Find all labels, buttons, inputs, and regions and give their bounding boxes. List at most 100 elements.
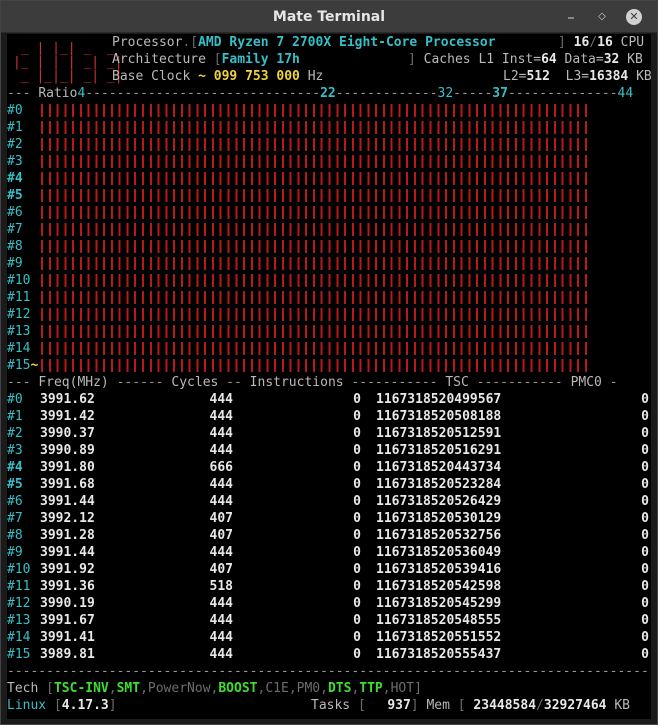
tech-flag: TSC-INV: [53, 681, 109, 696]
cell-cycles: 444: [209, 613, 233, 628]
cell-cycles: 444: [209, 477, 233, 492]
cell-core: #15: [7, 647, 31, 662]
tech-label: Tech: [7, 681, 39, 696]
ratio-core-label: #8: [7, 239, 23, 254]
cell-core: #6: [7, 494, 23, 509]
cell-freq: 3991.28: [40, 528, 95, 543]
ratio-core-label: #6: [7, 205, 23, 220]
cell-core: #11: [7, 579, 31, 594]
cell-instr: 0: [353, 647, 361, 662]
maximize-icon[interactable]: ◇: [595, 10, 609, 24]
ratio-core-label: #3: [7, 154, 23, 169]
l3-cache: 16384: [589, 69, 629, 84]
cell-tsc: 1167318520499567: [376, 392, 502, 407]
ratio-core-label: #9: [7, 256, 23, 271]
arch-label: Architecture: [112, 52, 206, 67]
cell-tsc: 1167318520443734: [376, 460, 502, 475]
cell-tsc: 1167318520536049: [376, 545, 502, 560]
close-icon[interactable]: ✕: [626, 9, 642, 25]
tech-flag: SMT: [116, 681, 141, 696]
cell-instr: 0: [353, 426, 361, 441]
cell-freq: 3991.92: [40, 562, 95, 577]
cell-pmc0: 0: [641, 494, 649, 509]
processor-value: AMD Ryzen 7 2700X Eight-Core Processor: [198, 35, 496, 50]
ratio-bar: [41, 189, 591, 202]
cell-tsc: 1167318520516291: [376, 443, 502, 458]
ratio-core-label: #0: [7, 103, 23, 118]
cell-core: #4: [7, 460, 23, 475]
cell-freq: 3991.80: [40, 460, 95, 475]
ratio-bar: [41, 240, 591, 253]
l2-cache: 512: [526, 69, 550, 84]
cell-tsc: 1167318520532756: [376, 528, 502, 543]
cell-freq: 3990.89: [40, 443, 95, 458]
ratio-bar: [41, 121, 591, 134]
ratio-bar: [41, 155, 591, 168]
ratio-bar: [41, 172, 591, 185]
os-name: Linux: [7, 698, 47, 713]
cell-pmc0: 0: [641, 460, 649, 475]
l1-inst: 64: [541, 52, 557, 67]
terminal-window: Mate Terminal ⎯ ◇ ✕ _ | |_| _ _ |_ | | |…: [0, 0, 658, 725]
terminal-content[interactable]: _ | |_| _ _ |_ | | | _| _| _ |_|_| _| _|…: [7, 34, 651, 719]
tasks-count: 937: [387, 698, 411, 713]
cell-tsc: 1167318520551552: [376, 630, 502, 645]
cell-cycles: 444: [209, 596, 233, 611]
cell-cycles: 444: [209, 409, 233, 424]
cell-freq: 3991.68: [40, 477, 95, 492]
tech-flag: BOOST: [218, 681, 258, 696]
cell-core: #1: [7, 409, 23, 424]
cell-freq: 3990.37: [40, 426, 95, 441]
minimize-icon[interactable]: ⎯: [564, 10, 578, 24]
cell-freq: 3989.81: [40, 647, 95, 662]
cell-pmc0: 0: [641, 477, 649, 492]
kernel-version: 4.17.3: [61, 698, 109, 713]
cell-instr: 0: [353, 392, 361, 407]
ratio-bar: [41, 308, 591, 321]
cell-core: #14: [7, 630, 31, 645]
cell-cycles: 444: [209, 443, 233, 458]
cell-instr: 0: [353, 443, 361, 458]
cell-cycles: 407: [209, 528, 233, 543]
clock-value: ~ 099 753 000: [198, 69, 300, 84]
cell-pmc0: 0: [641, 562, 649, 577]
cell-tsc: 1167318520542598: [376, 579, 502, 594]
cpu-label: CPU: [620, 35, 645, 50]
cell-core: #0: [7, 392, 23, 407]
cell-instr: 0: [353, 477, 361, 492]
ratio-bar: [41, 223, 591, 236]
tech-flag: TTP: [359, 681, 383, 696]
cell-instr: 0: [353, 613, 361, 628]
mem-unit: KB: [614, 698, 630, 713]
caches-label: Caches L1 Inst=: [423, 52, 542, 67]
cell-pmc0: 0: [641, 613, 649, 628]
cell-core: #2: [7, 426, 23, 441]
window-title: Mate Terminal: [272, 9, 386, 25]
cell-freq: 3991.36: [40, 579, 95, 594]
cell-cycles: 444: [209, 630, 233, 645]
cell-pmc0: 0: [641, 511, 649, 526]
ratio-bar: [41, 291, 591, 304]
ratio-bar: [41, 325, 591, 338]
cell-core: #3: [7, 443, 23, 458]
cell-instr: 0: [353, 579, 361, 594]
cell-freq: 3991.42: [40, 409, 95, 424]
cell-pmc0: 0: [641, 392, 649, 407]
cell-tsc: 1167318520545299: [376, 596, 502, 611]
title-bar[interactable]: Mate Terminal ⎯ ◇ ✕: [1, 1, 657, 33]
cell-instr: 0: [353, 596, 361, 611]
tech-flag: DTS: [327, 681, 352, 696]
cell-core: #10: [7, 562, 31, 577]
l1-data: 32: [603, 52, 620, 67]
ratio-core-label: #2: [7, 137, 23, 152]
cell-pmc0: 0: [641, 630, 649, 645]
cell-freq: 3991.44: [40, 494, 95, 509]
cell-freq: 3991.67: [40, 613, 95, 628]
cell-tsc: 1167318520548555: [376, 613, 502, 628]
ratio-core-label: #11: [7, 290, 31, 305]
ratio-core-label: #13: [7, 324, 31, 339]
tech-flag: C1E: [265, 681, 289, 696]
tech-flag: HOT: [390, 681, 415, 696]
tasks-label: Tasks: [311, 698, 351, 713]
ratio-core-label: #1: [7, 120, 23, 135]
